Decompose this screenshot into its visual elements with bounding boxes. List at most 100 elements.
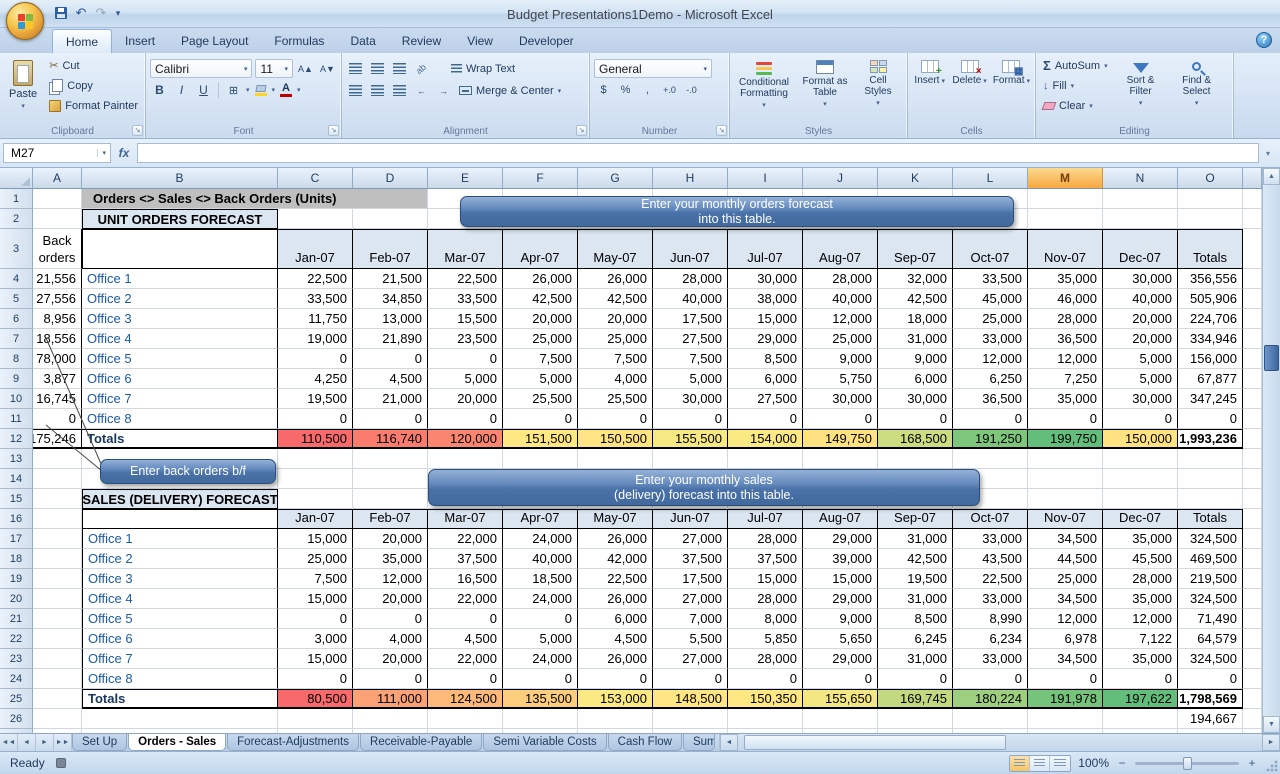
- back-orders-value-row8[interactable]: 78,000: [33, 349, 82, 369]
- conditional-formatting-button[interactable]: Conditional Formatting ▾: [734, 56, 794, 110]
- horizontal-scroll-thumb[interactable]: [743, 735, 1006, 750]
- sales-month-header-Sep-07[interactable]: Sep-07: [878, 509, 953, 529]
- orders-office-label-row8[interactable]: Office 5: [82, 349, 278, 369]
- row-header-19[interactable]: 19: [0, 569, 33, 589]
- cell-L[interactable]: [953, 709, 1028, 729]
- cell-M5[interactable]: 46,000: [1028, 289, 1103, 309]
- cell-D5[interactable]: 34,850: [353, 289, 428, 309]
- horizontal-scroll-track[interactable]: [737, 734, 1262, 751]
- cell-E5[interactable]: 33,500: [428, 289, 503, 309]
- cell-I11[interactable]: 0: [728, 409, 803, 429]
- cell-H7[interactable]: 27,500: [653, 329, 728, 349]
- cell-M4[interactable]: 35,000: [1028, 269, 1103, 289]
- row-header-14[interactable]: 14: [0, 469, 33, 489]
- cell-M1[interactable]: [1028, 189, 1103, 209]
- shrink-font-button[interactable]: A▼: [318, 60, 337, 78]
- cell-F23[interactable]: 24,000: [503, 649, 578, 669]
- row-header-5[interactable]: 5: [0, 289, 33, 309]
- tab-ins-rt[interactable]: Insеrt: [112, 31, 168, 53]
- cell-K[interactable]: [878, 709, 953, 729]
- cell-L20[interactable]: 33,000: [953, 589, 1028, 609]
- cell-N[interactable]: [1103, 709, 1178, 729]
- cell-D4[interactable]: 21,500: [353, 269, 428, 289]
- orders-row-total-row4[interactable]: 356,556: [1178, 269, 1243, 289]
- cell-A[interactable]: [33, 209, 82, 229]
- cell-M17[interactable]: 34,500: [1028, 529, 1103, 549]
- cell-J18[interactable]: 39,000: [803, 549, 878, 569]
- cell-A1[interactable]: [33, 189, 82, 209]
- borders-dropdown-icon[interactable]: ▾: [246, 86, 250, 94]
- cell-F22[interactable]: 5,000: [503, 629, 578, 649]
- cell-C5[interactable]: 33,500: [278, 289, 353, 309]
- bold-button[interactable]: B: [150, 81, 169, 99]
- cell-B3[interactable]: [82, 229, 278, 269]
- row-header-16[interactable]: 16: [0, 509, 33, 529]
- row-header-4[interactable]: 4: [0, 269, 33, 289]
- sales-month-header-Dec-07[interactable]: Dec-07: [1103, 509, 1178, 529]
- cell-L9[interactable]: 6,250: [953, 369, 1028, 389]
- back-orders-callout[interactable]: Enter back orders b/f: [100, 459, 276, 484]
- paste-button[interactable]: Paste ▾: [4, 56, 42, 111]
- row-header-26[interactable]: 26: [0, 709, 33, 729]
- cell-N20[interactable]: 35,000: [1103, 589, 1178, 609]
- cell-H6[interactable]: 17,500: [653, 309, 728, 329]
- cell-J22[interactable]: 5,650: [803, 629, 878, 649]
- cell-L17[interactable]: 33,000: [953, 529, 1028, 549]
- cell-H4[interactable]: 28,000: [653, 269, 728, 289]
- cell-E19[interactable]: 16,500: [428, 569, 503, 589]
- next-sheet-button[interactable]: ►: [36, 734, 54, 751]
- cell-K17[interactable]: 31,000: [878, 529, 953, 549]
- row-header-1[interactable]: 1: [0, 189, 33, 209]
- back-orders-value-row4[interactable]: 21,556: [33, 269, 82, 289]
- orders-month-header-Jun-07[interactable]: Jun-07: [653, 229, 728, 269]
- find-select-button[interactable]: Find & Select ▾: [1171, 56, 1223, 108]
- sales-row-total-row20[interactable]: 324,500: [1178, 589, 1243, 609]
- cell-P[interactable]: [1243, 709, 1262, 729]
- row-header-7[interactable]: 7: [0, 329, 33, 349]
- cell-A[interactable]: [33, 469, 82, 489]
- orders-month-header-Jan-07[interactable]: Jan-07: [278, 229, 353, 269]
- cell-P25[interactable]: [1243, 689, 1262, 709]
- orders-month-header-Aug-07[interactable]: Aug-07: [803, 229, 878, 269]
- column-header-I[interactable]: I: [728, 168, 803, 189]
- cell-G19[interactable]: 22,500: [578, 569, 653, 589]
- help-button[interactable]: ?: [1256, 32, 1272, 48]
- cell-J24[interactable]: 0: [803, 669, 878, 689]
- row-header-13[interactable]: 13: [0, 449, 33, 469]
- decrease-indent-button[interactable]: ←: [412, 82, 431, 100]
- macro-record-button[interactable]: [56, 758, 66, 768]
- cell-E10[interactable]: 20,000: [428, 389, 503, 409]
- sales-office-label-row19[interactable]: Office 3: [82, 569, 278, 589]
- column-header-F[interactable]: F: [503, 168, 578, 189]
- orders-grand-total[interactable]: 1,993,236: [1178, 429, 1243, 449]
- cell-P23[interactable]: [1243, 649, 1262, 669]
- sales-row-total-row17[interactable]: 324,500: [1178, 529, 1243, 549]
- cell-E20[interactable]: 22,000: [428, 589, 503, 609]
- cell-C8[interactable]: 0: [278, 349, 353, 369]
- cell-E7[interactable]: 23,500: [428, 329, 503, 349]
- sales-office-label-row18[interactable]: Office 2: [82, 549, 278, 569]
- orders-row-total-row9[interactable]: 67,877: [1178, 369, 1243, 389]
- cell-P18[interactable]: [1243, 549, 1262, 569]
- back-orders-value-row5[interactable]: 27,556: [33, 289, 82, 309]
- vertical-scroll-thumb[interactable]: [1264, 345, 1279, 371]
- sales-month-header-Apr-07[interactable]: Apr-07: [503, 509, 578, 529]
- sales-monthly-total-Mar-07[interactable]: 124,500: [428, 689, 503, 709]
- clear-button[interactable]: Clear ▾: [1040, 96, 1111, 115]
- cell-G8[interactable]: 7,500: [578, 349, 653, 369]
- cell-I7[interactable]: 29,000: [728, 329, 803, 349]
- cell-P5[interactable]: [1243, 289, 1262, 309]
- formula-input[interactable]: [137, 143, 1259, 163]
- orders-totals-label[interactable]: Totals: [82, 429, 278, 449]
- cell-G23[interactable]: 26,000: [578, 649, 653, 669]
- sales-office-label-row21[interactable]: Office 5: [82, 609, 278, 629]
- formula-bar-expand-icon[interactable]: ▾: [1259, 149, 1277, 158]
- orders-month-header-Oct-07[interactable]: Oct-07: [953, 229, 1028, 269]
- cell-M23[interactable]: 34,500: [1028, 649, 1103, 669]
- cell-N10[interactable]: 30,000: [1103, 389, 1178, 409]
- cell-M7[interactable]: 36,500: [1028, 329, 1103, 349]
- sales-month-header-Jul-07[interactable]: Jul-07: [728, 509, 803, 529]
- cell-A17[interactable]: [33, 529, 82, 549]
- cell-C6[interactable]: 11,750: [278, 309, 353, 329]
- decrease-decimal-button[interactable]: -.0: [682, 81, 701, 99]
